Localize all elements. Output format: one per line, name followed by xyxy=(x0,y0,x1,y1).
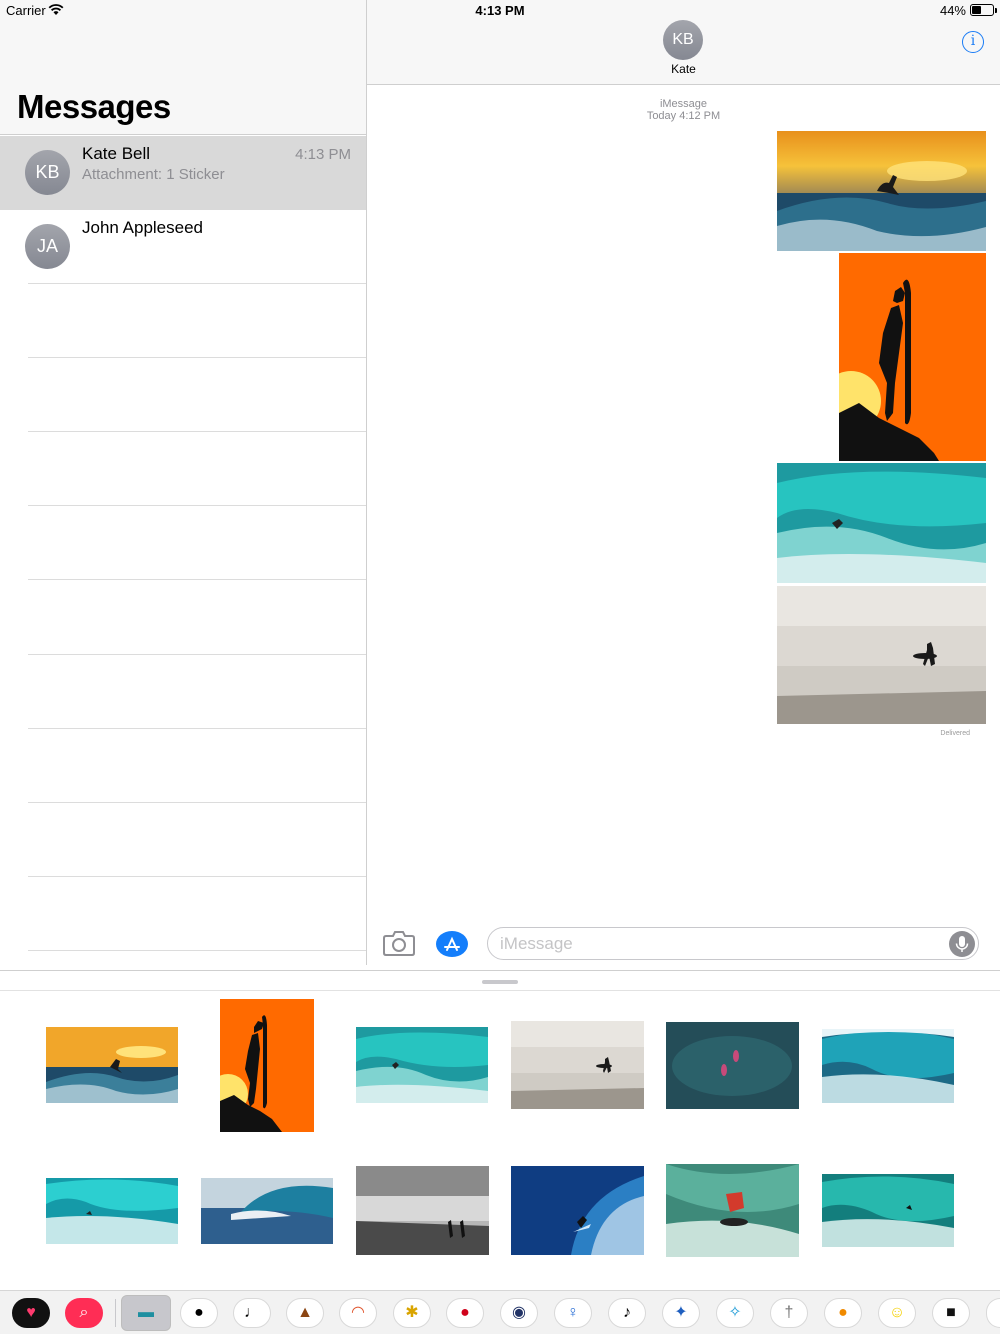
list-separator xyxy=(28,357,366,358)
list-separator xyxy=(28,728,366,729)
bird2-icon[interactable] xyxy=(986,1298,1000,1328)
sidebar-header: Messages xyxy=(0,0,366,135)
conversation-name: Kate Bell xyxy=(82,144,151,163)
drawer-grabber[interactable] xyxy=(482,980,518,984)
imessage-app-strip: ♥ ⌕ ▬ ● ♩ ▲ ◠ ✱ ● ◉ ♀ ♪ ✦ ✧ † ● ☺ ■ xyxy=(0,1290,1000,1334)
conversation-preview: Attachment: 1 Sticker xyxy=(82,166,225,183)
surf-stickers-app-icon[interactable]: ▬ xyxy=(121,1295,171,1331)
sticker-barrel-wave[interactable] xyxy=(822,1029,954,1103)
sticker-misty-beach-surfer[interactable] xyxy=(511,1021,644,1109)
conversation-item-kate-bell[interactable]: KB Kate Bell Attachment: 1 Sticker 4:13 … xyxy=(0,136,366,210)
strip-separator xyxy=(115,1299,116,1327)
dancer-icon[interactable]: ✧ xyxy=(716,1298,754,1328)
contact-name[interactable]: Kate xyxy=(367,62,1000,76)
list-separator xyxy=(28,654,366,655)
avatar: JA xyxy=(25,224,70,269)
status-time: 4:13 PM xyxy=(475,3,525,18)
rainbow-icon[interactable]: ◠ xyxy=(339,1298,377,1328)
sticker-teal-wave-surfer[interactable] xyxy=(356,1027,488,1103)
hat-icon[interactable]: ● xyxy=(180,1298,218,1328)
heart-app-icon[interactable]: ♥ xyxy=(12,1298,50,1328)
sent-sticker-sunset-surfer[interactable] xyxy=(777,131,986,251)
chat-timestamp: Today 4:12 PM xyxy=(646,110,721,122)
list-separator xyxy=(28,950,366,951)
delivered-label: Delivered xyxy=(940,730,970,737)
sticker-teal-barrel-surfer[interactable] xyxy=(46,1178,178,1244)
sticker-drawer xyxy=(0,970,1000,1334)
pig-icon[interactable]: ■ xyxy=(932,1298,970,1328)
guitar-icon[interactable]: ♩ xyxy=(233,1298,271,1328)
search-app-icon[interactable]: ⌕ xyxy=(65,1298,103,1328)
chat-service-label: iMessage xyxy=(659,98,708,110)
sent-sticker-misty-beach-surfer[interactable] xyxy=(777,586,986,724)
sticker-red-shirt-surfer[interactable] xyxy=(666,1164,799,1257)
sticker-green-barrel-surfer[interactable] xyxy=(822,1174,954,1247)
list-separator xyxy=(28,802,366,803)
sticker-sunset-surfer[interactable] xyxy=(46,1027,178,1103)
info-icon[interactable]: i xyxy=(962,31,984,53)
sticker-blue-wave[interactable] xyxy=(201,1178,333,1244)
bird-icon[interactable]: ▲ xyxy=(286,1298,324,1328)
runner-icon[interactable]: ✦ xyxy=(662,1298,700,1328)
conversation-list-panel: Messages KB Kate Bell Attachment: 1 Stic… xyxy=(0,0,366,965)
contact-avatar[interactable]: KB xyxy=(663,20,703,60)
list-separator xyxy=(28,876,366,877)
music-note-icon[interactable]: ♪ xyxy=(608,1298,646,1328)
pumpkin-icon[interactable]: ● xyxy=(824,1298,862,1328)
conversation-time: 4:13 PM xyxy=(295,146,351,163)
microphone-icon[interactable] xyxy=(949,931,975,957)
page-title: Messages xyxy=(17,88,171,125)
sent-sticker-orange-silhouette[interactable] xyxy=(839,253,986,461)
battery-percent: 44% xyxy=(939,3,966,18)
sticker-deep-blue-wave-surfer[interactable] xyxy=(511,1166,644,1255)
sticker-gray-beach-surfers[interactable] xyxy=(356,1166,489,1255)
camera-icon[interactable] xyxy=(382,930,416,956)
ladybug-icon[interactable]: ● xyxy=(446,1298,484,1328)
split-divider xyxy=(366,0,367,965)
globe-icon[interactable]: ◉ xyxy=(500,1298,538,1328)
sent-sticker-teal-wave-surfer[interactable] xyxy=(777,463,986,583)
message-input[interactable] xyxy=(487,927,979,960)
conversation-item-john-appleseed[interactable]: JA John Appleseed xyxy=(0,210,366,284)
conversation-name: John Appleseed xyxy=(82,218,203,237)
balloon-icon[interactable]: ♀ xyxy=(554,1298,592,1328)
battery-icon xyxy=(970,4,997,16)
list-separator xyxy=(28,505,366,506)
list-separator xyxy=(28,283,366,284)
avatar: KB xyxy=(25,150,70,195)
sticker-aerial-ocean-surfers[interactable] xyxy=(666,1022,799,1109)
sticker-orange-silhouette[interactable] xyxy=(220,999,314,1132)
bee-icon[interactable]: ✱ xyxy=(393,1298,431,1328)
list-separator xyxy=(28,579,366,580)
list-separator xyxy=(28,431,366,432)
drawer-handle-area[interactable] xyxy=(0,971,1000,991)
smiley-icon[interactable]: ☺ xyxy=(878,1298,916,1328)
status-bar: Carrier 4:13 PM 44% xyxy=(0,0,1000,20)
skeleton-icon[interactable]: † xyxy=(770,1298,808,1328)
battery-fill xyxy=(972,6,981,14)
app-store-icon[interactable] xyxy=(435,930,469,958)
